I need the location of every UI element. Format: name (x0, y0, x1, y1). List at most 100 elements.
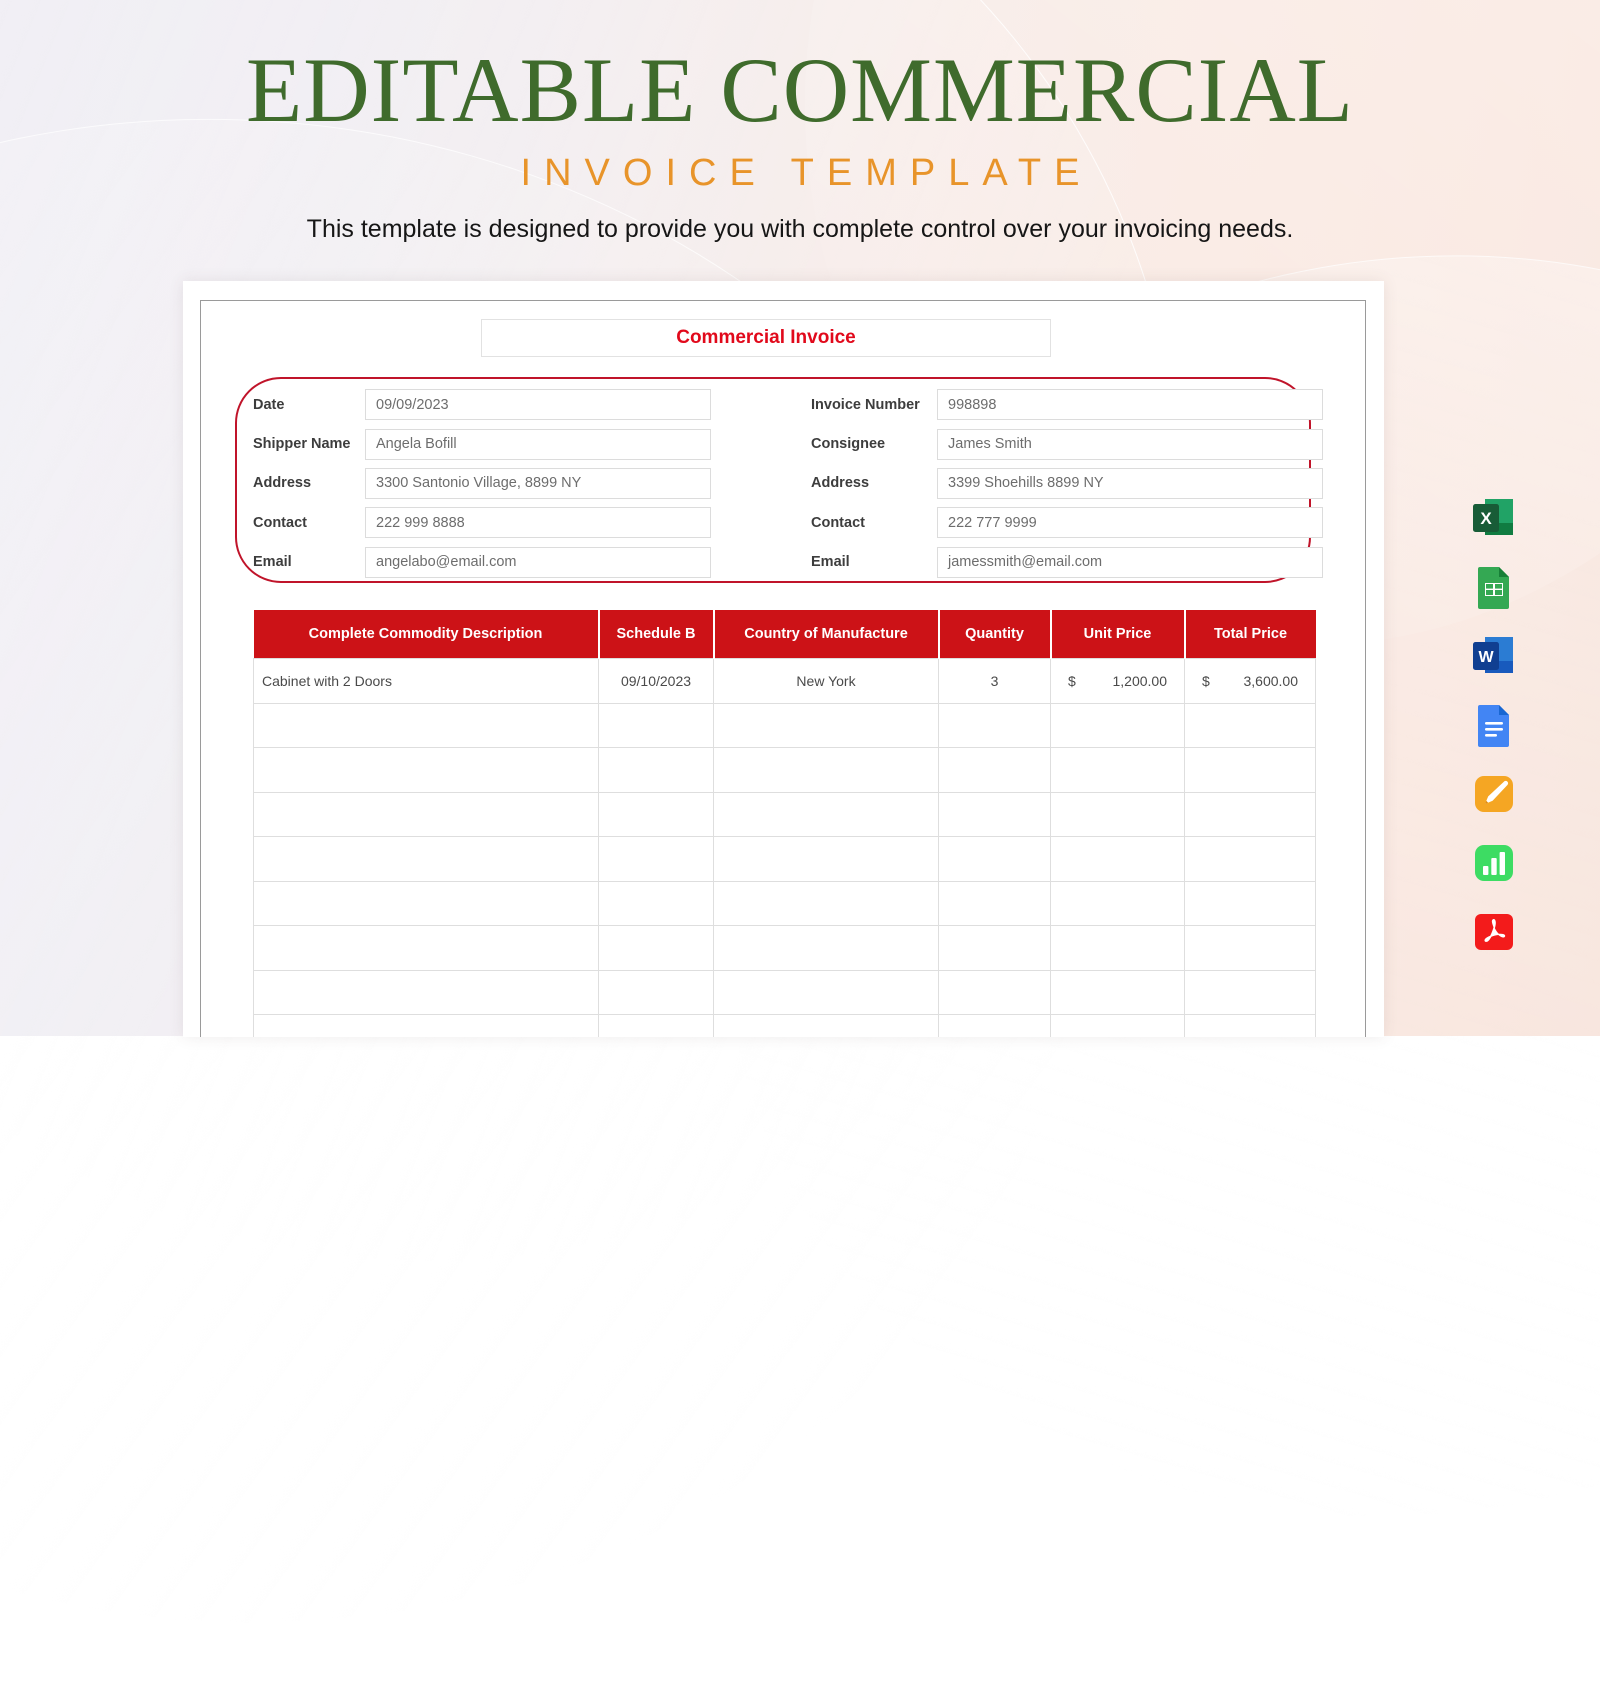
input-consignee-contact[interactable]: 222 777 9999 (937, 507, 1323, 539)
cell-country[interactable] (713, 702, 939, 748)
input-shipper-contact[interactable]: 222 999 8888 (365, 507, 711, 539)
cell-total-price[interactable] (1184, 836, 1316, 882)
cell-description[interactable]: Cabinet with 2 Doors (253, 658, 599, 704)
input-shipper-address[interactable]: 3300 Santonio Village, 8899 NY (365, 467, 711, 499)
form-row-shipper-name: Shipper Name Angela Bofill (253, 424, 711, 463)
label-shipper-name: Shipper Name (253, 436, 351, 453)
cell-quantity[interactable] (938, 925, 1051, 971)
cell-quantity[interactable] (938, 880, 1051, 926)
cell-description[interactable] (253, 747, 599, 793)
cell-country[interactable] (713, 880, 939, 926)
cell-description[interactable] (253, 702, 599, 748)
table-row[interactable] (253, 791, 1316, 837)
cell-description[interactable] (253, 1014, 599, 1037)
cell-unit-price[interactable] (1050, 747, 1185, 793)
label-shipper-address: Address (253, 475, 312, 492)
invoice-document[interactable]: Commercial Invoice Date 09/09/2023 Shipp… (200, 300, 1366, 1037)
cell-schedule-b[interactable] (598, 836, 714, 882)
svg-text:X: X (1480, 509, 1492, 528)
cell-country[interactable] (713, 747, 939, 793)
table-row[interactable] (253, 969, 1316, 1015)
cell-unit-price[interactable] (1050, 791, 1185, 837)
table-row[interactable] (253, 702, 1316, 748)
invoice-title-box[interactable]: Commercial Invoice (481, 319, 1051, 357)
invoice-title-label: Commercial Invoice (676, 327, 856, 348)
table-row[interactable] (253, 925, 1316, 971)
cell-country[interactable] (713, 1014, 939, 1037)
cell-quantity[interactable] (938, 791, 1051, 837)
cell-unit-price[interactable] (1050, 702, 1185, 748)
cell-total-price[interactable] (1184, 969, 1316, 1015)
cell-description[interactable] (253, 880, 599, 926)
cell-description[interactable] (253, 925, 599, 971)
label-consignee-email: Email (811, 554, 850, 571)
cell-total-price[interactable]: $3,600.00 (1184, 658, 1316, 704)
input-consignee[interactable]: James Smith (937, 428, 1323, 460)
cell-country[interactable] (713, 925, 939, 971)
apple-pages-icon[interactable] (1471, 771, 1517, 817)
table-row[interactable] (253, 880, 1316, 926)
cell-quantity[interactable] (938, 836, 1051, 882)
cell-unit-price[interactable]: $1,200.00 (1050, 658, 1185, 704)
form-row-date: Date 09/09/2023 (253, 385, 711, 424)
input-shipper-email[interactable]: angelabo@email.com (365, 546, 711, 578)
table-row[interactable] (253, 836, 1316, 882)
cell-schedule-b[interactable] (598, 747, 714, 793)
cell-total-price[interactable] (1184, 791, 1316, 837)
cell-country[interactable] (713, 969, 939, 1015)
cell-total-price[interactable] (1184, 1014, 1316, 1037)
cell-schedule-b[interactable] (598, 702, 714, 748)
input-consignee-email[interactable]: jamessmith@email.com (937, 546, 1323, 578)
cell-quantity[interactable] (938, 702, 1051, 748)
label-invoice-number: Invoice Number (811, 396, 920, 413)
excel-icon[interactable]: X (1471, 495, 1517, 541)
cell-unit-price[interactable] (1050, 925, 1185, 971)
cell-schedule-b[interactable] (598, 880, 714, 926)
line-items-table[interactable]: Complete Commodity Description Schedule … (253, 610, 1316, 1037)
input-invoice-number[interactable]: 998898 (937, 389, 1323, 421)
consignee-column: Invoice Number 998898 Consignee James Sm… (811, 385, 1323, 582)
line-items-body: Cabinet with 2 Doors 09/10/2023 New York 3 $… (253, 658, 1316, 1037)
cell-quantity[interactable] (938, 969, 1051, 1015)
cell-description[interactable] (253, 791, 599, 837)
table-row[interactable]: Cabinet with 2 Doors 09/10/2023 New York 3 $… (253, 658, 1316, 704)
google-sheets-icon[interactable] (1471, 564, 1517, 610)
invoice-form: Date 09/09/2023 Shipper Name Angela Bofi… (201, 385, 1365, 582)
cell-unit-price[interactable] (1050, 969, 1185, 1015)
cell-total-price[interactable] (1184, 925, 1316, 971)
cell-schedule-b[interactable] (598, 791, 714, 837)
label-consignee-address: Address (811, 475, 870, 492)
cell-unit-price[interactable] (1050, 836, 1185, 882)
cell-schedule-b[interactable] (598, 925, 714, 971)
word-icon[interactable]: W (1471, 633, 1517, 679)
input-shipper-name[interactable]: Angela Bofill (365, 428, 711, 460)
cell-schedule-b[interactable] (598, 1014, 714, 1037)
cell-description[interactable] (253, 836, 599, 882)
cell-total-price[interactable] (1184, 880, 1316, 926)
form-row-consignee-email: Email jamessmith@email.com (811, 543, 1323, 582)
cell-unit-price[interactable] (1050, 880, 1185, 926)
cell-quantity[interactable] (938, 1014, 1051, 1037)
cell-schedule-b[interactable] (598, 969, 714, 1015)
cell-country[interactable] (713, 791, 939, 837)
input-date[interactable]: 09/09/2023 (365, 389, 711, 421)
cell-description[interactable] (253, 969, 599, 1015)
input-consignee-address[interactable]: 3399 Shoehills 8899 NY (937, 467, 1323, 499)
table-row[interactable] (253, 1014, 1316, 1037)
apple-numbers-icon[interactable] (1471, 840, 1517, 886)
table-row[interactable] (253, 747, 1316, 793)
cell-total-price[interactable] (1184, 702, 1316, 748)
cell-quantity[interactable] (938, 747, 1051, 793)
form-row-shipper-address: Address 3300 Santonio Village, 8899 NY (253, 464, 711, 503)
cell-schedule-b[interactable]: 09/10/2023 (598, 658, 714, 704)
label-consignee-contact: Contact (811, 514, 865, 531)
pdf-icon[interactable] (1471, 909, 1517, 955)
cell-quantity[interactable]: 3 (938, 658, 1051, 704)
cell-total-price[interactable] (1184, 747, 1316, 793)
cell-country[interactable]: New York (713, 658, 939, 704)
cell-country[interactable] (713, 836, 939, 882)
google-docs-icon[interactable] (1471, 702, 1517, 748)
column-header-quantity: Quantity (938, 610, 1052, 659)
cell-unit-price[interactable] (1050, 1014, 1185, 1037)
cell-total-price-value: 3,600.00 (1243, 672, 1299, 689)
